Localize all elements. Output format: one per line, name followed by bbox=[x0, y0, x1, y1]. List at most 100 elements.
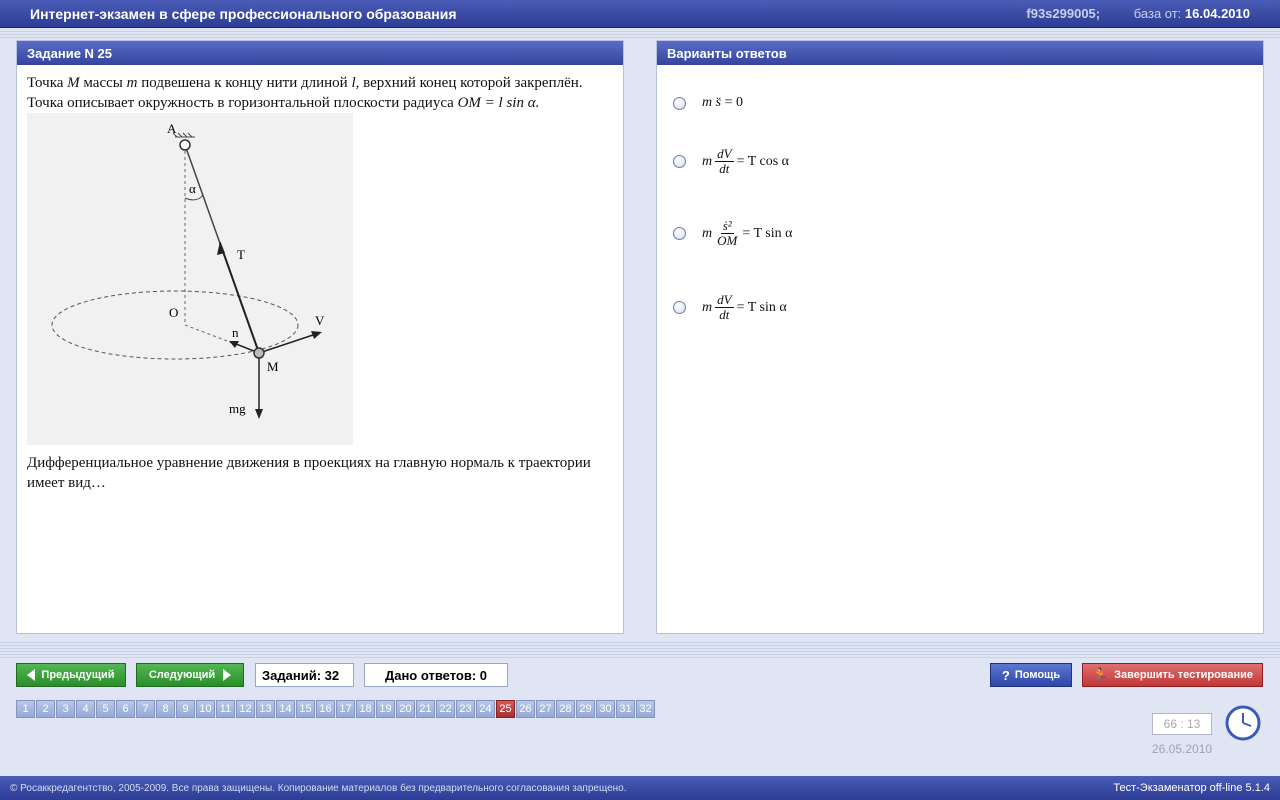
radio-button[interactable] bbox=[673, 227, 686, 240]
arrow-right-icon bbox=[223, 669, 232, 681]
label-V: V bbox=[315, 313, 325, 328]
help-label: Помощь bbox=[1014, 669, 1061, 681]
task-number-30[interactable]: 30 bbox=[596, 700, 615, 718]
hinge-hatch bbox=[177, 132, 183, 138]
q-var-M: M bbox=[67, 75, 80, 91]
help-button[interactable]: ? Помощь bbox=[990, 663, 1072, 687]
question-text-end: Дифференциальное уравнение движения в пр… bbox=[17, 453, 623, 493]
task-number-7[interactable]: 7 bbox=[136, 700, 155, 718]
answers-panel: Варианты ответов m s̈ = 0 m dV dt = T cos… bbox=[656, 40, 1264, 634]
copyright-text: © Росаккредагентство, 2005-2009. Все пра… bbox=[10, 782, 627, 794]
answer-option-2[interactable]: m dV dt = T cos α bbox=[673, 147, 789, 176]
task-number-29[interactable]: 29 bbox=[576, 700, 595, 718]
q-text-part: подвешена к концу нити длиной bbox=[137, 75, 352, 91]
mass-point bbox=[253, 347, 265, 359]
task-number-8[interactable]: 8 bbox=[156, 700, 175, 718]
prev-label: Предыдущий bbox=[41, 669, 115, 681]
stripe-decor-bottom bbox=[0, 640, 1280, 660]
task-number-3[interactable]: 3 bbox=[56, 700, 75, 718]
velocity-arrowhead bbox=[311, 331, 322, 339]
label-M: M bbox=[267, 359, 279, 374]
task-number-17[interactable]: 17 bbox=[336, 700, 355, 718]
q-text-part: Точка bbox=[27, 75, 68, 91]
task-number-31[interactable]: 31 bbox=[616, 700, 635, 718]
hinge-hatch bbox=[187, 132, 193, 138]
task-number-13[interactable]: 13 bbox=[256, 700, 275, 718]
task-number-28[interactable]: 28 bbox=[556, 700, 575, 718]
radio-button[interactable] bbox=[673, 155, 686, 168]
task-number-22[interactable]: 22 bbox=[436, 700, 455, 718]
task-number-25[interactable]: 25 bbox=[496, 700, 515, 718]
task-number-23[interactable]: 23 bbox=[456, 700, 475, 718]
radio-button[interactable] bbox=[673, 96, 686, 110]
task-number-1[interactable]: 1 bbox=[16, 700, 35, 718]
task-number-20[interactable]: 20 bbox=[396, 700, 415, 718]
q-text-part: массы bbox=[79, 75, 127, 91]
task-number-15[interactable]: 15 bbox=[296, 700, 315, 718]
task-number-10[interactable]: 10 bbox=[196, 700, 215, 718]
hinge-hatch bbox=[182, 132, 188, 138]
answer-option-3[interactable]: m ṡ² OM = T sin α bbox=[673, 219, 792, 248]
next-label: Следующий bbox=[148, 669, 216, 681]
footer-bar: © Росаккредагентство, 2005-2009. Все пра… bbox=[0, 776, 1280, 800]
q-line4: имеет вид… bbox=[27, 475, 106, 491]
task-number-6[interactable]: 6 bbox=[116, 700, 135, 718]
f-m: m bbox=[702, 95, 713, 110]
question-mark-icon: ? bbox=[1001, 667, 1010, 683]
finish-label: Завершить тестирование bbox=[1114, 669, 1254, 681]
f-m: m bbox=[702, 153, 713, 169]
title-bar: Интернет-экзамен в сфере профессионально… bbox=[0, 0, 1280, 28]
q-text-part: Точка описывает окружность в горизонталь… bbox=[27, 95, 458, 111]
pendulum-diagram: A α T O n V M mg bbox=[51, 121, 325, 419]
fraction: dV dt bbox=[715, 146, 734, 176]
frac-num: dV bbox=[715, 146, 734, 162]
answer-formula: m dV dt = T cos α bbox=[702, 147, 789, 176]
clock-icon bbox=[1225, 705, 1261, 741]
f-m: m bbox=[702, 299, 713, 315]
task-number-9[interactable]: 9 bbox=[176, 700, 195, 718]
fraction: dV dt bbox=[715, 293, 734, 322]
app-title: Интернет-экзамен в сфере профессионально… bbox=[30, 5, 457, 22]
prev-button[interactable]: Предыдущий bbox=[16, 663, 126, 687]
frac-den: OM bbox=[717, 233, 738, 248]
label-mg: mg bbox=[229, 401, 246, 416]
task-number-4[interactable]: 4 bbox=[76, 700, 95, 718]
velocity-arrow bbox=[258, 332, 320, 354]
task-number-12[interactable]: 12 bbox=[236, 700, 255, 718]
tasks-count: Заданий: 32 bbox=[255, 663, 354, 687]
task-number-27[interactable]: 27 bbox=[536, 700, 555, 718]
task-number-16[interactable]: 16 bbox=[316, 700, 335, 718]
task-number-11[interactable]: 11 bbox=[216, 700, 235, 718]
task-number-14[interactable]: 14 bbox=[276, 700, 295, 718]
task-number-5[interactable]: 5 bbox=[96, 700, 115, 718]
task-number-26[interactable]: 26 bbox=[516, 700, 535, 718]
gravity-arrowhead bbox=[255, 409, 263, 419]
q-text-part: , верхний конец которой закреплён. bbox=[355, 75, 583, 91]
task-number-bar: 1 2 3 4 5 6 7 8 9 10 11 12 13 14 15 16 17 18 19 20 21 22 23 24 2… bbox=[16, 700, 656, 718]
q-formula-radius: OM = l sin α. bbox=[457, 95, 540, 111]
stripe-decor-top bbox=[0, 29, 1280, 39]
q-line3: Дифференциальное уравнение движения в пр… bbox=[27, 455, 591, 471]
hinge-point bbox=[179, 139, 191, 151]
task-number-24[interactable]: 24 bbox=[476, 700, 495, 718]
answer-option-4[interactable]: m dV dt = T sin α bbox=[673, 293, 787, 322]
answer-option-1[interactable]: m s̈ = 0 bbox=[673, 95, 743, 111]
q-var-m: m bbox=[126, 75, 138, 91]
task-number-18[interactable]: 18 bbox=[356, 700, 375, 718]
finish-button[interactable]: 🏃 Завершить тестирование bbox=[1082, 663, 1263, 687]
radio-button[interactable] bbox=[673, 301, 686, 314]
question-panel: Задание N 25 Точка M массы m подвешена к… bbox=[16, 40, 624, 634]
version-text: Тест-Экзаменатор off-line 5.1.4 bbox=[1113, 782, 1270, 794]
f-rhs: = T sin α bbox=[736, 299, 787, 315]
f-m: m bbox=[702, 225, 713, 241]
answer-formula: m ṡ² OM = T sin α bbox=[702, 219, 792, 248]
task-number-19[interactable]: 19 bbox=[376, 700, 395, 718]
next-button[interactable]: Следующий bbox=[136, 663, 244, 687]
task-number-32[interactable]: 32 bbox=[636, 700, 655, 718]
answers-title: Варианты ответов bbox=[657, 41, 1263, 65]
frac-den: dt bbox=[719, 307, 730, 322]
label-T: T bbox=[237, 247, 245, 262]
task-number-2[interactable]: 2 bbox=[36, 700, 55, 718]
task-number-21[interactable]: 21 bbox=[416, 700, 435, 718]
pendulum-figure: A α T O n V M mg bbox=[27, 113, 353, 445]
